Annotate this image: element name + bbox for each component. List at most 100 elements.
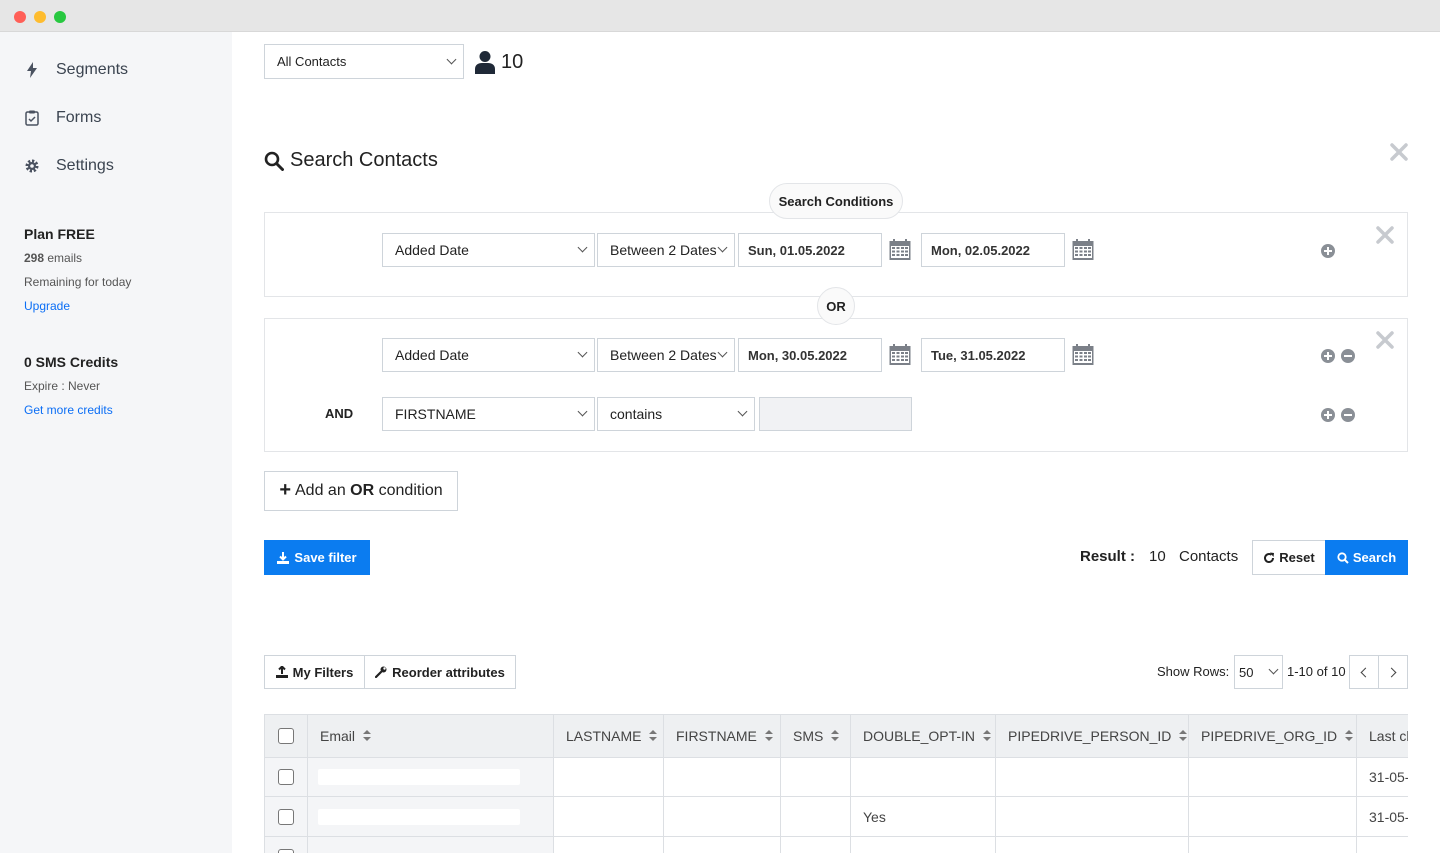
sort-icon <box>649 730 658 742</box>
contact-list-select[interactable]: All Contacts <box>264 44 464 79</box>
column-header-label: PIPEDRIVE_PERSON_ID <box>1008 728 1172 744</box>
condition-field-select[interactable]: FIRSTNAME <box>382 397 595 431</box>
field-select-value: FIRSTNAME <box>395 406 476 422</box>
minimize-window-button[interactable] <box>34 11 46 23</box>
row-select-cell <box>265 797 308 836</box>
my-filters-label: My Filters <box>292 664 354 680</box>
prev-page-button[interactable] <box>1349 655 1379 689</box>
chevron-left-icon <box>1360 667 1371 677</box>
chevron-down-icon <box>717 347 728 358</box>
chevron-down-icon <box>737 406 748 417</box>
my-filters-button[interactable]: My Filters <box>264 655 365 689</box>
condition-operator-select[interactable]: contains <box>597 397 755 431</box>
row-checkbox[interactable] <box>278 808 294 825</box>
pipedrive-org-id-cell <box>1189 758 1357 796</box>
remove-condition-icon[interactable] <box>1341 408 1355 422</box>
emails-remaining: 298 emails <box>24 251 82 265</box>
reset-label: Reset <box>1279 550 1315 565</box>
sidebar-item-settings[interactable]: Settings <box>24 154 114 178</box>
date-from-input[interactable]: Sun, 01.05.2022 <box>738 233 882 267</box>
wrench-icon <box>375 666 387 678</box>
calendar-icon[interactable] <box>1072 344 1094 366</box>
add-condition-icon[interactable] <box>1321 408 1335 422</box>
close-window-button[interactable] <box>14 11 26 23</box>
column-header-pipedrive-person-id[interactable]: PIPEDRIVE_PERSON_ID <box>996 715 1189 757</box>
column-header-firstname[interactable]: FIRSTNAME <box>664 715 781 757</box>
sort-icon <box>764 730 773 742</box>
table-header-row: Email LASTNAME FIRSTNAME SMS DOUBLE_OPT-… <box>265 714 1408 758</box>
add-condition-icon[interactable] <box>1321 349 1335 363</box>
row-select-cell <box>265 837 308 853</box>
pipedrive-org-id-cell <box>1189 837 1357 853</box>
next-page-button[interactable] <box>1378 655 1408 689</box>
remove-group-icon[interactable] <box>1376 331 1394 349</box>
row-checkbox[interactable] <box>278 849 294 853</box>
condition-value-input[interactable] <box>759 397 912 431</box>
sort-icon <box>983 730 992 742</box>
sidebar-item-forms[interactable]: Forms <box>24 106 101 130</box>
table-row[interactable] <box>265 837 1408 853</box>
date-to-input[interactable]: Tue, 31.05.2022 <box>921 338 1065 372</box>
column-header-pipedrive-org-id[interactable]: PIPEDRIVE_ORG_ID <box>1189 715 1357 757</box>
contact-count: 10 <box>501 51 524 73</box>
condition-operator-select[interactable]: Between 2 Dates <box>597 233 735 267</box>
condition-field-select[interactable]: Added Date <box>382 338 595 372</box>
sms-credits-title: 0 SMS Credits <box>24 354 119 370</box>
last-changed-cell: 31-05- <box>1357 758 1408 796</box>
close-search-icon[interactable] <box>1390 143 1408 161</box>
date-to-value: Mon, 02.05.2022 <box>931 242 1030 258</box>
save-filter-label: Save filter <box>294 550 357 565</box>
rows-per-page-select[interactable]: 50 <box>1234 655 1283 689</box>
operator-select-value: Between 2 Dates <box>610 347 717 363</box>
column-header-last-changed[interactable]: Last ch <box>1357 715 1408 757</box>
date-from-input[interactable]: Mon, 30.05.2022 <box>738 338 882 372</box>
get-more-credits-link[interactable]: Get more credits <box>24 403 113 417</box>
save-filter-button[interactable]: Save filter <box>264 540 370 575</box>
remove-group-icon[interactable] <box>1376 226 1394 244</box>
add-or-bold: OR <box>350 482 375 499</box>
search-icon <box>264 151 284 171</box>
calendar-icon[interactable] <box>1072 239 1094 261</box>
calendar-icon[interactable] <box>889 239 911 261</box>
sidebar-item-segments[interactable]: Segments <box>24 58 128 82</box>
condition-field-select[interactable]: Added Date <box>382 233 595 267</box>
table-row[interactable]: 31-05- <box>265 758 1408 797</box>
email-cell[interactable] <box>308 837 554 853</box>
condition-operator-select[interactable]: Between 2 Dates <box>597 338 735 372</box>
search-conditions-label: Search Conditions <box>769 183 903 219</box>
column-header-sms[interactable]: SMS <box>781 715 851 757</box>
calendar-icon[interactable] <box>889 344 911 366</box>
clipboard-check-icon <box>24 110 40 126</box>
lastname-cell <box>554 837 664 853</box>
column-header-email[interactable]: Email <box>308 715 554 757</box>
upgrade-link[interactable]: Upgrade <box>24 299 70 313</box>
select-all-checkbox[interactable] <box>278 728 294 744</box>
double-opt-in-cell <box>851 837 996 853</box>
remove-condition-icon[interactable] <box>1341 349 1355 363</box>
date-from-value: Mon, 30.05.2022 <box>748 347 847 363</box>
table-row[interactable]: Yes 31-05- <box>265 797 1408 837</box>
date-to-input[interactable]: Mon, 02.05.2022 <box>921 233 1065 267</box>
sidebar: Segments Forms Settings Plan FREE 298 em… <box>0 32 232 853</box>
reset-button[interactable]: Reset <box>1252 540 1326 575</box>
result-label: Result : <box>1080 548 1136 565</box>
sms-cell <box>781 797 851 836</box>
date-from-value: Sun, 01.05.2022 <box>748 242 845 258</box>
field-select-value: Added Date <box>395 242 469 258</box>
gear-icon <box>24 158 40 174</box>
add-condition-icon[interactable] <box>1321 244 1335 258</box>
row-checkbox[interactable] <box>278 769 294 785</box>
add-or-condition-button[interactable]: + Add an OR condition <box>264 471 458 511</box>
email-cell[interactable] <box>308 797 554 836</box>
refresh-icon <box>1263 552 1275 564</box>
reorder-attributes-button[interactable]: Reorder attributes <box>364 655 516 689</box>
search-button[interactable]: Search <box>1325 540 1408 575</box>
column-header-double-opt-in[interactable]: DOUBLE_OPT-IN <box>851 715 996 757</box>
column-header-lastname[interactable]: LASTNAME <box>554 715 664 757</box>
remaining-today-text: Remaining for today <box>24 275 132 289</box>
email-cell[interactable] <box>308 758 554 796</box>
operator-select-value: Between 2 Dates <box>610 242 717 258</box>
and-connector: AND <box>325 406 354 421</box>
maximize-window-button[interactable] <box>54 11 66 23</box>
result-count: 10 <box>1149 548 1166 565</box>
